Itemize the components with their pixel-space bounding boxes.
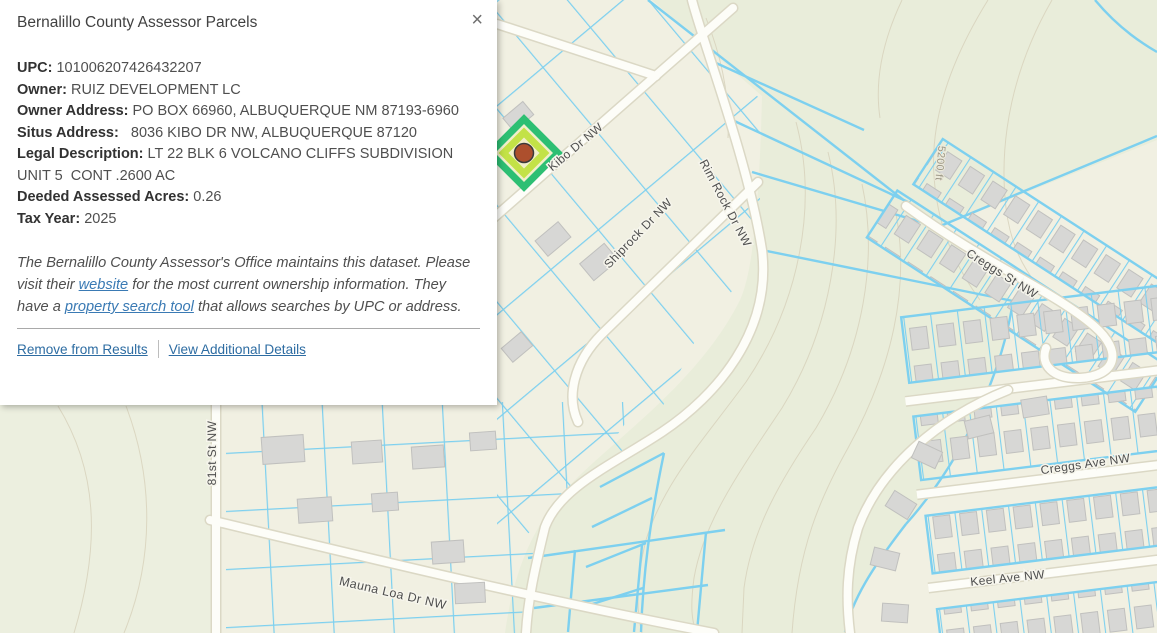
field-label: Situs Address: [17,125,119,141]
field-value: 8036 KIBO DR NW, ALBUQUERQUE 87120 [123,125,417,141]
field-row: Owner: RUIZ DEVELOPMENT LC [17,80,480,102]
field-value: RUIZ DEVELOPMENT LC [71,82,241,98]
field-row: Situs Address: 8036 KIBO DR NW, ALBUQUER… [17,123,480,145]
popup-divider [17,328,480,329]
field-label: Tax Year: [17,211,80,227]
view-additional-details-link[interactable]: View Additional Details [169,342,306,357]
field-row: Owner Address: PO BOX 66960, ALBUQUERQUE… [17,101,480,123]
remove-from-results-link[interactable]: Remove from Results [17,342,148,357]
field-row: UPC: 101006207426432207 [17,58,480,80]
actions-divider [158,340,159,358]
field-row: Legal Description: LT 22 BLK 6 VOLCANO C… [17,144,480,187]
field-value: 101006207426432207 [56,60,201,76]
field-value: PO BOX 66960, ALBUQUERQUE NM 87193-6960 [133,103,459,119]
street-label: 81st St NW [205,420,219,485]
field-label: UPC: [17,60,52,76]
popup-actions: Remove from Results View Additional Deta… [17,340,480,358]
field-label: Owner Address: [17,103,128,119]
field-label: Deeded Assessed Acres: [17,189,189,205]
close-icon[interactable]: × [471,10,483,30]
website-link[interactable]: website [79,277,128,293]
marker-dot [515,144,534,163]
field-value: 0.26 [193,189,221,205]
disclaimer-part3: that allows searches by UPC or address. [198,299,462,315]
field-row: Deeded Assessed Acres: 0.26 [17,187,480,209]
property-search-tool-link[interactable]: property search tool [65,299,194,315]
popup-panel: × Bernalillo County Assessor Parcels UPC… [0,0,497,405]
popup-title: Bernalillo County Assessor Parcels [17,14,454,32]
field-label: Owner: [17,82,67,98]
field-value: 2025 [84,211,116,227]
field-label: Legal Description: [17,146,144,162]
disclaimer-text: The Bernalillo County Assessor's Office … [17,252,480,318]
parcel-fields: UPC: 101006207426432207Owner: RUIZ DEVEL… [17,58,480,230]
field-row: Tax Year: 2025 [17,209,480,231]
